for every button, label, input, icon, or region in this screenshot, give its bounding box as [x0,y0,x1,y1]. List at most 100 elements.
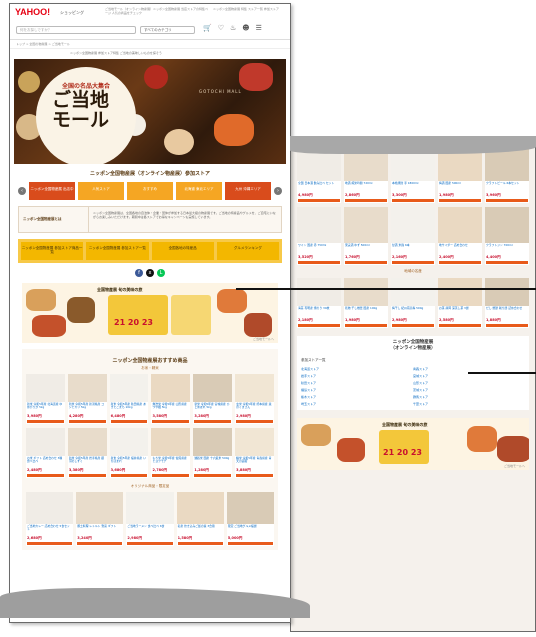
yahoo-logo[interactable]: YAHOO! [15,7,50,17]
banner-note[interactable]: ご当地モールへ [504,464,525,468]
footer-link[interactable]: 北海道ストア [301,367,413,371]
add-to-cart-button[interactable] [298,261,340,264]
add-to-cart-button[interactable] [439,261,481,264]
product-name[interactable]: 新米 令和5年産 福井県産 いちほまれ [110,456,149,468]
footer-link[interactable]: 宮城ストア [413,374,525,378]
product-name[interactable]: 無洗米 令和5年産 山形県産 つや姫 5kg [151,402,190,414]
product-image[interactable] [76,492,124,524]
product-card[interactable]: ワイン 国産 赤 750ml 3,520円 [297,207,341,265]
product-name[interactable]: もち米 令和5年産 佐賀県産 ヒヨクモチ [151,456,190,468]
product-image[interactable] [344,207,388,243]
add-to-cart-button[interactable] [68,420,106,423]
product-name[interactable]: 限定 ご当地グルメ福袋 [227,524,274,536]
add-to-cart-button[interactable] [345,261,387,264]
product-image[interactable] [485,278,529,306]
add-to-cart-button[interactable] [27,474,64,477]
add-to-cart-button[interactable] [236,420,273,423]
breadcrumb[interactable]: トップ > 全国の物産展 > ご当地モール [10,40,290,49]
product-card[interactable]: 甘酒 米麹 6本 2,160円 [391,207,435,265]
product-image[interactable] [391,207,435,243]
product-card[interactable]: お茶 静岡 深蒸し茶 3袋 2,580円 [438,278,482,328]
product-card[interactable]: 精米 令和5年産 青森県産 青天の霹靂 3,880円 [235,428,274,478]
product-image[interactable] [176,492,224,524]
product-name[interactable]: 新米 令和5年産 北海道産 ゆめぴりか 5kg [26,402,65,414]
add-to-cart-button[interactable] [486,199,528,202]
product-image[interactable] [109,428,149,456]
product-name[interactable]: 本格焼酎 芋 1800ml [391,181,435,193]
product-image[interactable] [26,374,65,402]
add-to-cart-button[interactable] [77,542,123,545]
product-card[interactable]: 新米 令和5年産 岩手県産 銀河のしずく 3,380円 [67,428,107,478]
product-card[interactable]: 新米 令和5年産 福井県産 いちほまれ 3,680円 [109,428,149,478]
tab-item[interactable]: グルメランキング [216,242,279,260]
product-name[interactable]: ご当地カレー 詰め合わせ 5食セット [26,524,73,536]
store-chip[interactable]: 九州 沖縄エリア [225,182,271,200]
hero-banner[interactable]: 全国の名品大集合 ご当地 モール GOTOCHI MALL [14,59,286,164]
footer-link[interactable]: 茨城ストア [413,388,525,392]
product-card[interactable]: クラフトジン 700ml 4,400円 [485,207,529,265]
facebook-icon[interactable]: f [135,269,143,277]
carousel-prev-icon[interactable]: ‹ [18,187,26,195]
product-card[interactable]: 名産 炊き込みご飯の素 3合用 1,580円 [176,492,224,546]
product-name[interactable]: 全国 日本酒 飲み比べ セット [297,181,341,193]
add-to-cart-button[interactable] [298,324,340,327]
product-name[interactable]: 新米 令和5年産 秋田県産 あきたこまち 10kg [110,402,149,414]
product-card[interactable]: お米 ギフト 詰め合わせ 3種 食べ比べ 2,480円 [26,428,65,478]
store-chip[interactable]: ニッポン全国物産展 出店中 [29,182,75,200]
add-to-cart-button[interactable] [152,474,190,477]
product-card[interactable]: ご当地カレー 詰め合わせ 5食セット 2,680円 [26,492,74,546]
product-name[interactable]: 地酒 純米吟醸 720ml [344,181,388,193]
search-input[interactable]: 何をお探しですか？ [16,26,136,34]
product-card[interactable]: 果実酒 ゆず 500ml 1,760円 [344,207,388,265]
product-name[interactable]: 名産 炊き込みご飯の素 3合用 [177,524,224,536]
product-name[interactable]: 精米 令和5年産 青森県産 青天の霹靂 [235,456,274,468]
product-card[interactable]: 玄米 令和5年産 熊本県産 森のくまさん 2,980円 [235,374,274,424]
product-name[interactable]: 果実酒 ゆず 500ml [344,243,388,255]
product-card[interactable]: だし 鰹節 削り節 詰め合わせ 1,880円 [485,278,529,328]
add-to-cart-button[interactable] [27,420,64,423]
header-promo-left[interactable]: ご当地モール（オンライン物産展）ニッポン全国物産展 当店ストアの特集ページ 人気… [105,7,210,15]
add-to-cart-button[interactable] [345,199,387,202]
product-image[interactable] [485,207,529,243]
tab-item[interactable]: ニッポン全国物産展 参加ストア一覧 [86,242,149,260]
product-image[interactable] [26,492,74,524]
product-image[interactable] [391,278,435,306]
footer-link[interactable]: 青森ストア [413,367,525,371]
product-card[interactable]: 新米 令和5年産 新潟県産 コシヒカリ 5kg 4,280円 [67,374,107,424]
product-name[interactable]: 新米 令和5年産 新潟県産 コシヒカリ 5kg [68,402,107,414]
product-image[interactable] [344,278,388,306]
add-to-cart-button[interactable] [194,420,232,423]
menu-icon[interactable]: ☰ [256,25,262,32]
product-image[interactable] [438,278,482,306]
product-image[interactable] [109,374,149,402]
product-card[interactable]: 地サイダー 詰め合わせ 2,400円 [438,207,482,265]
user-icon[interactable]: ☻ [242,25,249,32]
header-promo-right[interactable]: ニッポン全国物産展 特集 ストア一覧 参加ストア [213,7,288,11]
carousel-next-icon[interactable]: › [274,187,282,195]
add-to-cart-button[interactable] [227,542,273,545]
product-name[interactable]: クラフトジン 700ml [485,243,529,255]
footer-link[interactable]: 秋田ストア [301,381,413,385]
product-image[interactable] [438,207,482,243]
banner-note[interactable]: ご当地モールへ [253,337,274,341]
add-to-cart-button[interactable] [298,199,340,202]
event-banner[interactable]: 全国物産展 旬の美味の旅 21 20 23 ご当地モールへ [22,283,278,343]
add-to-cart-button[interactable] [110,420,148,423]
add-to-cart-button[interactable] [439,199,481,202]
product-image[interactable] [235,374,274,402]
footer-link[interactable]: 山形ストア [413,381,525,385]
product-image[interactable] [297,278,341,306]
product-image[interactable] [297,207,341,243]
add-to-cart-button[interactable] [236,474,273,477]
product-name[interactable]: 新米 令和5年産 宮城県産 ひとめぼれ 5kg [193,402,232,414]
footer-link[interactable]: 群馬ストア [413,395,525,399]
product-image[interactable] [26,428,65,456]
cart-icon[interactable]: 🛒 [203,25,212,32]
product-name[interactable]: 梅酒 国産 500ml [438,181,482,193]
add-to-cart-button[interactable] [152,420,190,423]
category-select[interactable]: すべてのカテゴリ [140,26,195,34]
product-card[interactable]: 海苔 有明産 焼のり 30枚 2,180円 [297,278,341,328]
product-name[interactable]: お茶 静岡 深蒸し茶 3袋 [438,306,482,318]
product-name[interactable]: 新米 令和5年産 岩手県産 銀河のしずく [68,456,107,468]
footer-link[interactable]: 栃木ストア [301,395,413,399]
